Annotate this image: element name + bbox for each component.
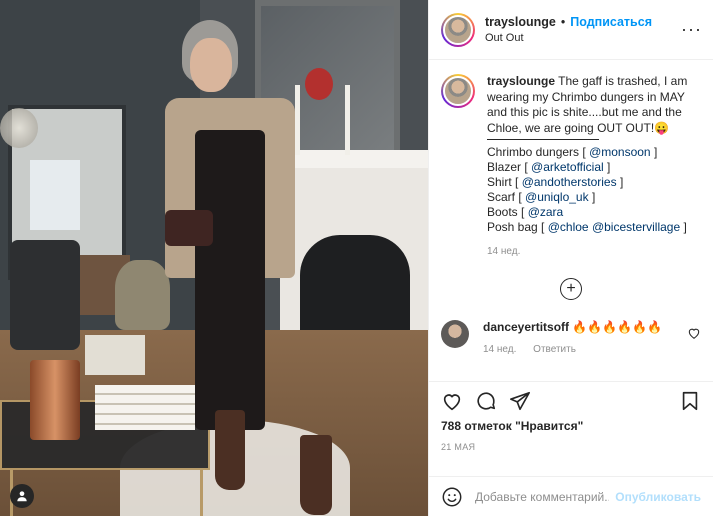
mention-link[interactable]: @uniqlo_uk	[525, 190, 589, 204]
mention-link[interactable]: @zara	[528, 205, 564, 219]
post-side-panel: trayslounge • Подписаться Out Out ··· tr…	[428, 0, 713, 516]
post-actions: 788 отметок "Нравится" 21 МАЯ	[429, 381, 713, 476]
username-link[interactable]: trayslounge	[485, 15, 556, 29]
credit-item: Chrimbo dungers [	[487, 145, 586, 159]
publish-button[interactable]: Опубликовать	[615, 490, 701, 504]
comments-list: trayslounge The gaff is trashed, I am we…	[429, 60, 713, 381]
likes-count[interactable]: 788 отметок "Нравится"	[441, 419, 701, 433]
post-header: trayslounge • Подписаться Out Out ···	[429, 0, 713, 60]
bookmark-icon[interactable]	[679, 390, 701, 412]
credit-end: ]	[591, 190, 596, 204]
credit-item: Shirt [	[487, 175, 519, 189]
caption-time[interactable]: 14 нед.	[487, 244, 701, 260]
mention-link[interactable]: @arketofficial	[531, 160, 604, 174]
comment-bubble-icon[interactable]	[475, 390, 497, 412]
caption-divider	[487, 139, 599, 140]
credit-end: ]	[683, 220, 687, 234]
credit-line: Blazer [ @arketofficial ]	[487, 160, 701, 175]
separator-dot: •	[560, 15, 566, 29]
comment-avatar[interactable]	[441, 319, 469, 348]
list-item: danceyertitsoff 🔥🔥🔥🔥🔥🔥 14 нед. Ответить	[441, 319, 701, 355]
instagram-post-modal: trayslounge • Подписаться Out Out ··· tr…	[0, 0, 713, 516]
credit-item: Posh bag [	[487, 220, 545, 234]
credit-end: ]	[653, 145, 658, 159]
credit-line: Shirt [ @andotherstories ]	[487, 175, 701, 190]
credit-item: Blazer [	[487, 160, 528, 174]
like-heart-icon[interactable]	[441, 390, 463, 412]
mention-link[interactable]: @bicestervillage	[592, 220, 680, 234]
user-tags-icon[interactable]	[10, 484, 34, 508]
add-comment-bar: Опубликовать	[429, 476, 713, 516]
comment-time[interactable]: 14 нед.	[483, 344, 516, 355]
credit-line: Boots [ @zara	[487, 205, 701, 220]
post-date[interactable]: 21 МАЯ	[441, 442, 701, 452]
caption-username[interactable]: trayslounge	[487, 74, 555, 88]
comment-username[interactable]: danceyertitsoff	[483, 320, 569, 334]
credit-end: ]	[619, 175, 624, 189]
comment-input[interactable]	[475, 489, 610, 504]
mention-link[interactable]: @andotherstories	[522, 175, 617, 189]
share-paper-plane-icon[interactable]	[509, 390, 531, 412]
credit-line: Posh bag [ @chloe @bicestervillage ]	[487, 220, 701, 235]
credit-item: Scarf [	[487, 190, 522, 204]
more-horizontal-icon[interactable]: ···	[681, 19, 701, 40]
caption-avatar[interactable]	[441, 74, 475, 108]
credits-list: Chrimbo dungers [ @monsoon ] Blazer [ @ar…	[487, 145, 701, 235]
caption: trayslounge The gaff is trashed, I am we…	[441, 74, 701, 260]
location-link[interactable]: Out Out	[485, 32, 681, 44]
follow-button[interactable]: Подписаться	[570, 15, 652, 29]
credit-line: Scarf [ @uniqlo_uk ]	[487, 190, 701, 205]
credit-item: Boots [	[487, 205, 525, 219]
comment-like-heart-icon[interactable]	[687, 326, 701, 340]
comment-text: 🔥🔥🔥🔥🔥🔥	[572, 319, 663, 334]
credit-end: ]	[607, 160, 611, 174]
reply-button[interactable]: Ответить	[533, 344, 576, 355]
avatar[interactable]	[441, 12, 475, 47]
emoji-smiley-icon[interactable]	[441, 486, 463, 508]
credit-line: Chrimbo dungers [ @monsoon ]	[487, 145, 701, 160]
post-photo[interactable]	[0, 0, 428, 516]
mention-link[interactable]: @chloe	[548, 220, 589, 234]
person-figure	[160, 20, 332, 516]
plus-circle-icon[interactable]: +	[560, 277, 582, 300]
mention-link[interactable]: @monsoon	[589, 145, 651, 159]
